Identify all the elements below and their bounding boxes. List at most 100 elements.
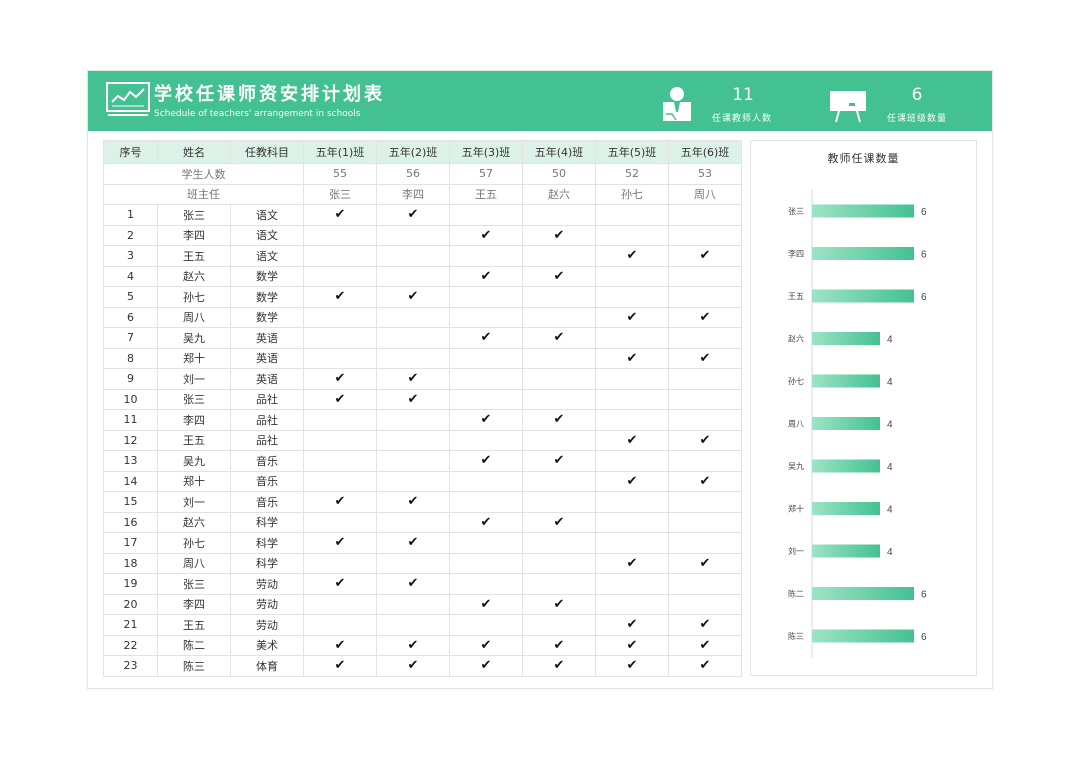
cell-name: 陈二: [157, 634, 231, 656]
assignment-cell: ✔: [668, 429, 742, 451]
cell-subject: 劳动: [230, 573, 304, 595]
cell-subject: 科学: [230, 532, 304, 554]
cell-no: 19: [103, 573, 158, 595]
col-header-class-2: 五年(2)班: [376, 140, 450, 164]
assignment-cell: [449, 286, 523, 308]
assignment-cell: [668, 204, 742, 226]
assignment-cell: ✔: [303, 532, 377, 554]
assignment-cell: ✔: [303, 368, 377, 390]
assignment-cell: [595, 327, 669, 349]
assignment-cell: [522, 491, 596, 513]
cell-no: 8: [103, 347, 158, 369]
table-row: 20 李四 劳动 ✔ ✔: [103, 593, 742, 615]
table-row: 16 赵六 科学 ✔ ✔: [103, 511, 742, 533]
assignment-cell: [668, 286, 742, 308]
blackboard-icon: [830, 91, 866, 123]
assignment-cell: ✔: [522, 593, 596, 615]
assignment-cell: [595, 265, 669, 287]
assignment-cell: ✔: [668, 347, 742, 369]
assignment-cell: [303, 224, 377, 246]
cell-no: 7: [103, 327, 158, 349]
chart-value-label: 4: [887, 377, 893, 388]
chart-category-label: 郑十: [788, 504, 804, 514]
assignment-cell: [303, 306, 377, 328]
assignment-cell: [449, 470, 523, 492]
students-count: 55: [303, 163, 377, 185]
assignment-cell: ✔: [449, 224, 523, 246]
assignment-cell: ✔: [522, 265, 596, 287]
assignment-cell: ✔: [595, 655, 669, 677]
table-row: 10 张三 品社 ✔ ✔: [103, 388, 742, 410]
col-header-class-1: 五年(1)班: [303, 140, 377, 164]
cell-name: 王五: [157, 429, 231, 451]
assignment-cell: ✔: [376, 634, 450, 656]
assignment-cell: ✔: [376, 655, 450, 677]
chart-value-label: 4: [887, 335, 893, 346]
assignment-cell: ✔: [522, 511, 596, 533]
cell-name: 张三: [157, 388, 231, 410]
assignment-cell: [376, 245, 450, 267]
assignment-cell: [303, 429, 377, 451]
assignment-cell: ✔: [303, 573, 377, 595]
cell-name: 王五: [157, 614, 231, 636]
students-count: 57: [449, 163, 523, 185]
assignment-cell: ✔: [303, 286, 377, 308]
assignment-cell: ✔: [449, 655, 523, 677]
col-header-class-4: 五年(4)班: [522, 140, 596, 164]
chart-bar: [812, 374, 880, 388]
table-row: 17 孙七 科学 ✔ ✔: [103, 532, 742, 554]
assignment-cell: ✔: [668, 306, 742, 328]
assignment-cell: [668, 368, 742, 390]
assignment-cell: [668, 450, 742, 472]
assignment-cell: [449, 429, 523, 451]
assignment-cell: ✔: [595, 347, 669, 369]
assignment-cell: ✔: [522, 409, 596, 431]
assignment-cell: ✔: [668, 245, 742, 267]
table-row: 9 刘一 英语 ✔ ✔: [103, 368, 742, 390]
assignment-cell: [522, 347, 596, 369]
assignment-cell: [303, 511, 377, 533]
cell-no: 5: [103, 286, 158, 308]
homeroom-teacher: 孙七: [595, 183, 669, 205]
cell-name: 吴九: [157, 450, 231, 472]
cell-subject: 音乐: [230, 450, 304, 472]
assignment-cell: [522, 573, 596, 595]
chart-value-label: 4: [887, 547, 893, 558]
assignment-cell: [522, 204, 596, 226]
cell-no: 2: [103, 224, 158, 246]
cell-no: 1: [103, 204, 158, 226]
col-header-class-6: 五年(6)班: [668, 140, 742, 164]
assignment-cell: [668, 532, 742, 554]
cell-name: 刘一: [157, 491, 231, 513]
assignment-cell: [449, 614, 523, 636]
students-count: 52: [595, 163, 669, 185]
assignment-cell: [668, 265, 742, 287]
students-row: 学生人数 55 56 57 50 52 53: [103, 163, 742, 185]
assignment-cell: [449, 552, 523, 574]
assignment-cell: [303, 245, 377, 267]
cell-name: 吴九: [157, 327, 231, 349]
assignment-cell: [303, 552, 377, 574]
cell-subject: 英语: [230, 368, 304, 390]
cell-subject: 体育: [230, 655, 304, 677]
cell-subject: 数学: [230, 306, 304, 328]
table-row: 1 张三 语文 ✔ ✔: [103, 204, 742, 226]
cell-name: 孙七: [157, 532, 231, 554]
table-row: 5 孙七 数学 ✔ ✔: [103, 286, 742, 308]
assignment-cell: [522, 388, 596, 410]
assignment-cell: [522, 368, 596, 390]
cell-name: 李四: [157, 593, 231, 615]
assignment-cell: ✔: [449, 593, 523, 615]
assignment-cell: [595, 368, 669, 390]
assignment-cell: [595, 224, 669, 246]
cell-no: 9: [103, 368, 158, 390]
assignment-cell: [522, 532, 596, 554]
chart-value-label: 4: [887, 420, 893, 431]
assignment-cell: ✔: [522, 634, 596, 656]
cell-subject: 数学: [230, 286, 304, 308]
table-row: 8 郑十 英语 ✔ ✔: [103, 347, 742, 369]
chart-value-label: 4: [887, 462, 893, 473]
cell-no: 12: [103, 429, 158, 451]
assignment-cell: ✔: [595, 614, 669, 636]
cell-name: 刘一: [157, 368, 231, 390]
